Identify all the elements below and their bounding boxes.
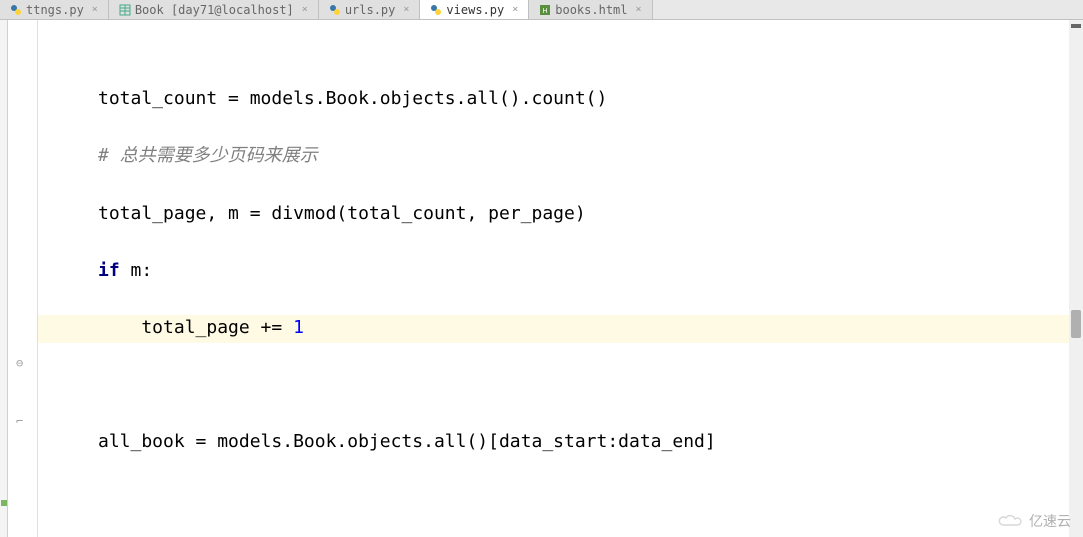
scroll-marker [1071, 24, 1081, 28]
fold-end-icon[interactable]: ⌐ [16, 414, 23, 428]
watermark: 亿速云 [997, 511, 1071, 531]
code-text: all_book = models.Book.objects.all()[dat… [98, 431, 716, 452]
scrollbar[interactable] [1069, 20, 1083, 537]
vcs-mark-icon [1, 500, 7, 506]
code-builtin: divmod [271, 203, 336, 224]
watermark-text: 亿速云 [1029, 511, 1071, 531]
code-text: m: [120, 260, 153, 281]
svg-text:H: H [543, 8, 548, 15]
code-keyword: if [98, 260, 120, 281]
fold-marker-icon[interactable]: ⊖ [16, 356, 23, 370]
tab-views[interactable]: views.py × [420, 0, 529, 19]
close-icon[interactable]: × [636, 4, 642, 15]
close-icon[interactable]: × [92, 4, 98, 15]
tab-label: urls.py [345, 3, 396, 17]
scrollbar-thumb[interactable] [1071, 310, 1081, 338]
code-text: total_page += [98, 317, 293, 338]
close-icon[interactable]: × [302, 4, 308, 15]
tab-books-html[interactable]: H books.html × [529, 0, 652, 19]
python-icon [10, 4, 22, 16]
python-icon [329, 4, 341, 16]
close-icon[interactable]: × [512, 4, 518, 15]
html-icon: H [539, 4, 551, 16]
code-comment: # 总共需要多少页码来展示 [98, 145, 318, 166]
gutter: ⊖ ⌐ [8, 20, 38, 537]
code-area[interactable]: total_count = models.Book.objects.all().… [38, 20, 1083, 537]
tab-book-db[interactable]: Book [day71@localhost] × [109, 0, 319, 19]
tab-label: views.py [446, 3, 504, 17]
close-icon[interactable]: × [403, 4, 409, 15]
table-icon [119, 4, 131, 16]
code-text: total_count = models.Book.objects.all().… [98, 88, 607, 109]
code-number: 1 [293, 317, 304, 338]
tab-settings[interactable]: ttngs.py × [0, 0, 109, 19]
cloud-icon [997, 513, 1025, 529]
tab-bar: ttngs.py × Book [day71@localhost] × urls… [0, 0, 1083, 20]
editor: ⊖ ⌐ total_count = models.Book.objects.al… [0, 20, 1083, 537]
code-text: total_page, m = [98, 203, 271, 224]
tab-label: books.html [555, 3, 627, 17]
tab-urls[interactable]: urls.py × [319, 0, 421, 19]
python-icon [430, 4, 442, 16]
left-strip [0, 20, 8, 537]
tab-label: ttngs.py [26, 3, 84, 17]
code-text: (total_count, per_page) [336, 203, 585, 224]
tab-label: Book [day71@localhost] [135, 3, 294, 17]
